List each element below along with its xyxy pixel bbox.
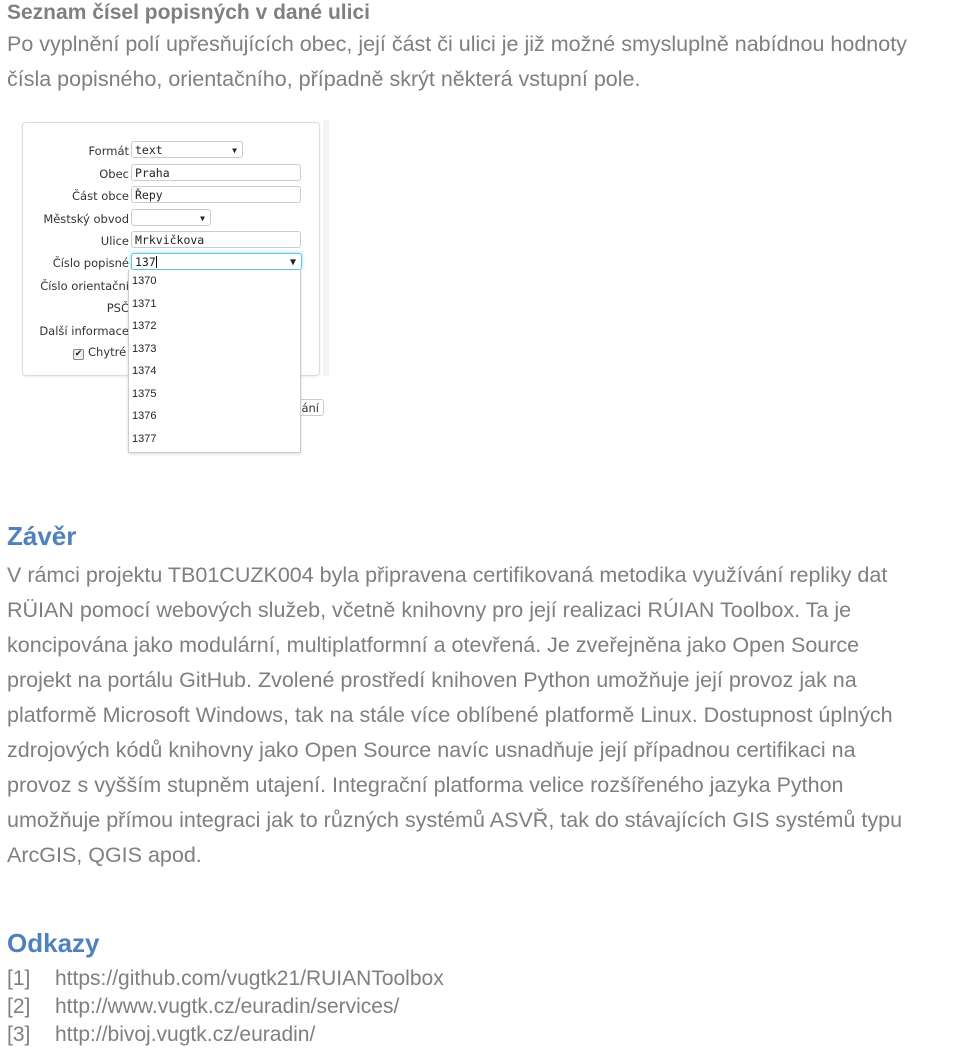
obec-value: Praha [135, 166, 170, 180]
intro-paragraph: Po vyplnění polí upřesňujících obec, jej… [7, 27, 907, 97]
smart-checkbox-row[interactable]: ✔ Chytré r [73, 345, 135, 360]
dalsi-informace-label: Další informace [39, 324, 129, 338]
ulice-label: Ulice [100, 234, 129, 248]
dropdown-option[interactable]: 1372 [129, 315, 300, 338]
obec-label: Obec [99, 167, 129, 181]
text-caret [155, 256, 157, 268]
chevron-down-icon: ▼ [232, 146, 237, 155]
reference-item: [3] http://bivoj.vugtk.cz/euradin/ [7, 1021, 444, 1049]
conclusion-line: platformě Microsoft Windows, tak na stál… [7, 703, 893, 727]
conclusion-heading: Závěr [7, 521, 77, 551]
format-value: text [135, 143, 163, 157]
references-heading: Odkazy [7, 928, 100, 958]
section-title: Seznam čísel popisných v dané ulici [7, 1, 370, 24]
conclusion-paragraph: V rámci projektu TB01CUZK004 byla připra… [7, 558, 902, 873]
conclusion-line: umožňuje přímou integraci jak to různých… [7, 808, 903, 832]
dropdown-option[interactable]: 1376 [129, 405, 300, 428]
cislo-popisne-label: Číslo popisné [52, 256, 129, 270]
dropdown-option[interactable]: 1370 [129, 270, 300, 293]
conclusion-line: V rámci projektu TB01CUZK004 byla připra… [7, 563, 888, 587]
cast-obce-input[interactable]: Řepy [131, 186, 301, 203]
smart-checkbox[interactable]: ✔ [73, 349, 84, 360]
dropdown-option[interactable]: 1373 [129, 338, 300, 361]
submit-button-label: ání [301, 401, 319, 415]
reference-link[interactable]: http://bivoj.vugtk.cz/euradin/ [55, 1023, 315, 1046]
references-list: [1] https://github.com/vugtk21/RUIANToolb… [7, 965, 444, 1049]
format-select[interactable]: text ▼ [131, 141, 243, 158]
format-label: Formát [88, 144, 129, 158]
psc-label: PSČ [106, 301, 129, 315]
mestsky-obvod-select[interactable]: ▼ [131, 209, 211, 226]
chevron-down-icon[interactable]: ▼ [290, 254, 296, 271]
chevron-down-icon: ▼ [200, 214, 205, 223]
reference-item: [1] https://github.com/vugtk21/RUIANToolb… [7, 965, 444, 993]
cislo-orientacni-label: Číslo orientační [40, 279, 129, 293]
intro-line: čísla popisného, orientačního, případně … [7, 67, 641, 91]
reference-link[interactable]: http://www.vugtk.cz/euradin/services/ [55, 995, 399, 1018]
conclusion-line: RÜIAN pomocí webových služeb, včetně kni… [7, 598, 852, 622]
dropdown-option[interactable]: 1374 [129, 360, 300, 383]
reference-link[interactable]: https://github.com/vugtk21/RUIANToolbox [55, 967, 444, 990]
cast-obce-value: Řepy [135, 188, 163, 202]
cislo-popisne-value: 137 [135, 255, 156, 269]
dropdown-option[interactable]: 1375 [129, 383, 300, 406]
obec-input[interactable]: Praha [131, 164, 301, 181]
conclusion-line: koncipována jako modulární, multiplatfor… [7, 633, 860, 657]
reference-number: [3] [7, 1023, 31, 1046]
cislo-popisne-dropdown: 1370 1371 1372 1373 1374 1375 1376 1377 [128, 270, 301, 453]
reference-number: [2] [7, 995, 31, 1018]
conclusion-line: zdrojových kódů knihovny jako Open Sourc… [7, 738, 856, 762]
conclusion-line: projekt na portálu GitHub. Zvolené prost… [7, 668, 857, 692]
cislo-popisne-combobox[interactable]: 137 ▼ [131, 253, 302, 270]
mestsky-obvod-label: Městský obvod [43, 212, 129, 226]
conclusion-line: ArcGIS, QGIS apod. [7, 843, 202, 867]
reference-number: [1] [7, 967, 31, 990]
reference-item: [2] http://www.vugtk.cz/euradin/services/ [7, 993, 444, 1021]
panel-shadow [323, 120, 329, 376]
form-screenshot: Formát text ▼ Obec Praha Část obce Řepy … [20, 120, 330, 460]
conclusion-line: provoz s vyšším stupněm utajení. Integra… [7, 773, 844, 797]
cast-obce-label: Část obce [72, 189, 129, 203]
dropdown-option[interactable]: 1377 [129, 428, 300, 451]
ulice-value: Mrkvičkova [135, 233, 205, 247]
intro-line: Po vyplnění polí upřesňujících obec, jej… [7, 32, 907, 56]
dropdown-option[interactable]: 1371 [129, 293, 300, 316]
ulice-input[interactable]: Mrkvičkova [131, 231, 301, 248]
